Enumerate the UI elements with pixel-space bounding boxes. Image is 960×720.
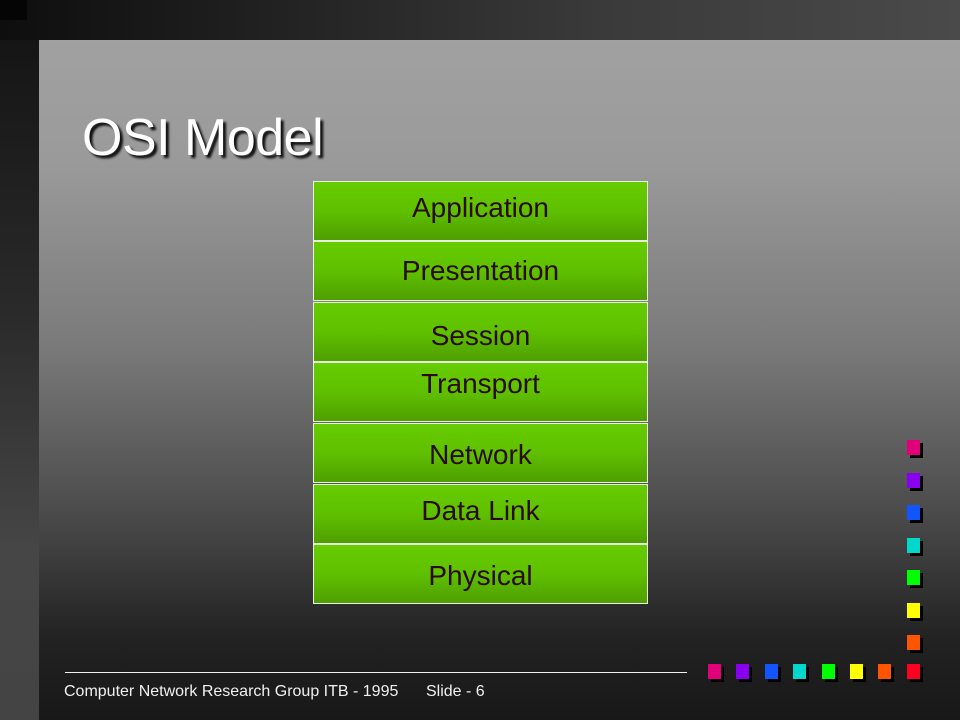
layer-label: Data Link (421, 495, 540, 526)
footer-organization: Computer Network Research Group ITB - 19… (64, 683, 399, 700)
decor-square-horizontal (764, 664, 778, 679)
layer-label: Network (429, 439, 532, 470)
layer-label: Physical (428, 560, 533, 591)
left-band (0, 40, 39, 720)
layer-session: Session (313, 302, 648, 362)
layer-transport: Transport (313, 362, 648, 422)
footer-divider (65, 672, 687, 673)
decor-square-vertical (907, 537, 920, 553)
layer-data-link: Data Link (313, 484, 648, 544)
slide-title: OSI Model (82, 109, 324, 167)
decor-square-horizontal (878, 664, 892, 679)
corner-block (0, 0, 27, 20)
layer-label: Session (430, 320, 531, 351)
decor-square-vertical (907, 440, 920, 455)
decor-square-horizontal (708, 664, 721, 679)
decor-square-vertical (907, 570, 920, 585)
layer-label: Transport (421, 368, 540, 399)
decor-square-vertical (907, 602, 920, 618)
decor-square-horizontal (736, 664, 750, 679)
layer-label: Presentation (401, 255, 560, 286)
decor-square-horizontal (850, 664, 863, 679)
decor-square-horizontal (821, 664, 835, 679)
decor-square-vertical (907, 635, 920, 650)
layer-presentation: Presentation (313, 241, 648, 301)
decor-square-vertical (907, 472, 920, 488)
layer-label: Application (412, 192, 549, 223)
decor-square-horizontal (906, 664, 920, 679)
footer-slide-number: Slide - 6 (426, 683, 485, 700)
layer-application: Application (313, 181, 648, 241)
decor-square-horizontal (793, 664, 807, 679)
layer-physical: Physical (313, 544, 648, 604)
layer-network: Network (313, 423, 648, 483)
decor-square-vertical (907, 505, 920, 520)
